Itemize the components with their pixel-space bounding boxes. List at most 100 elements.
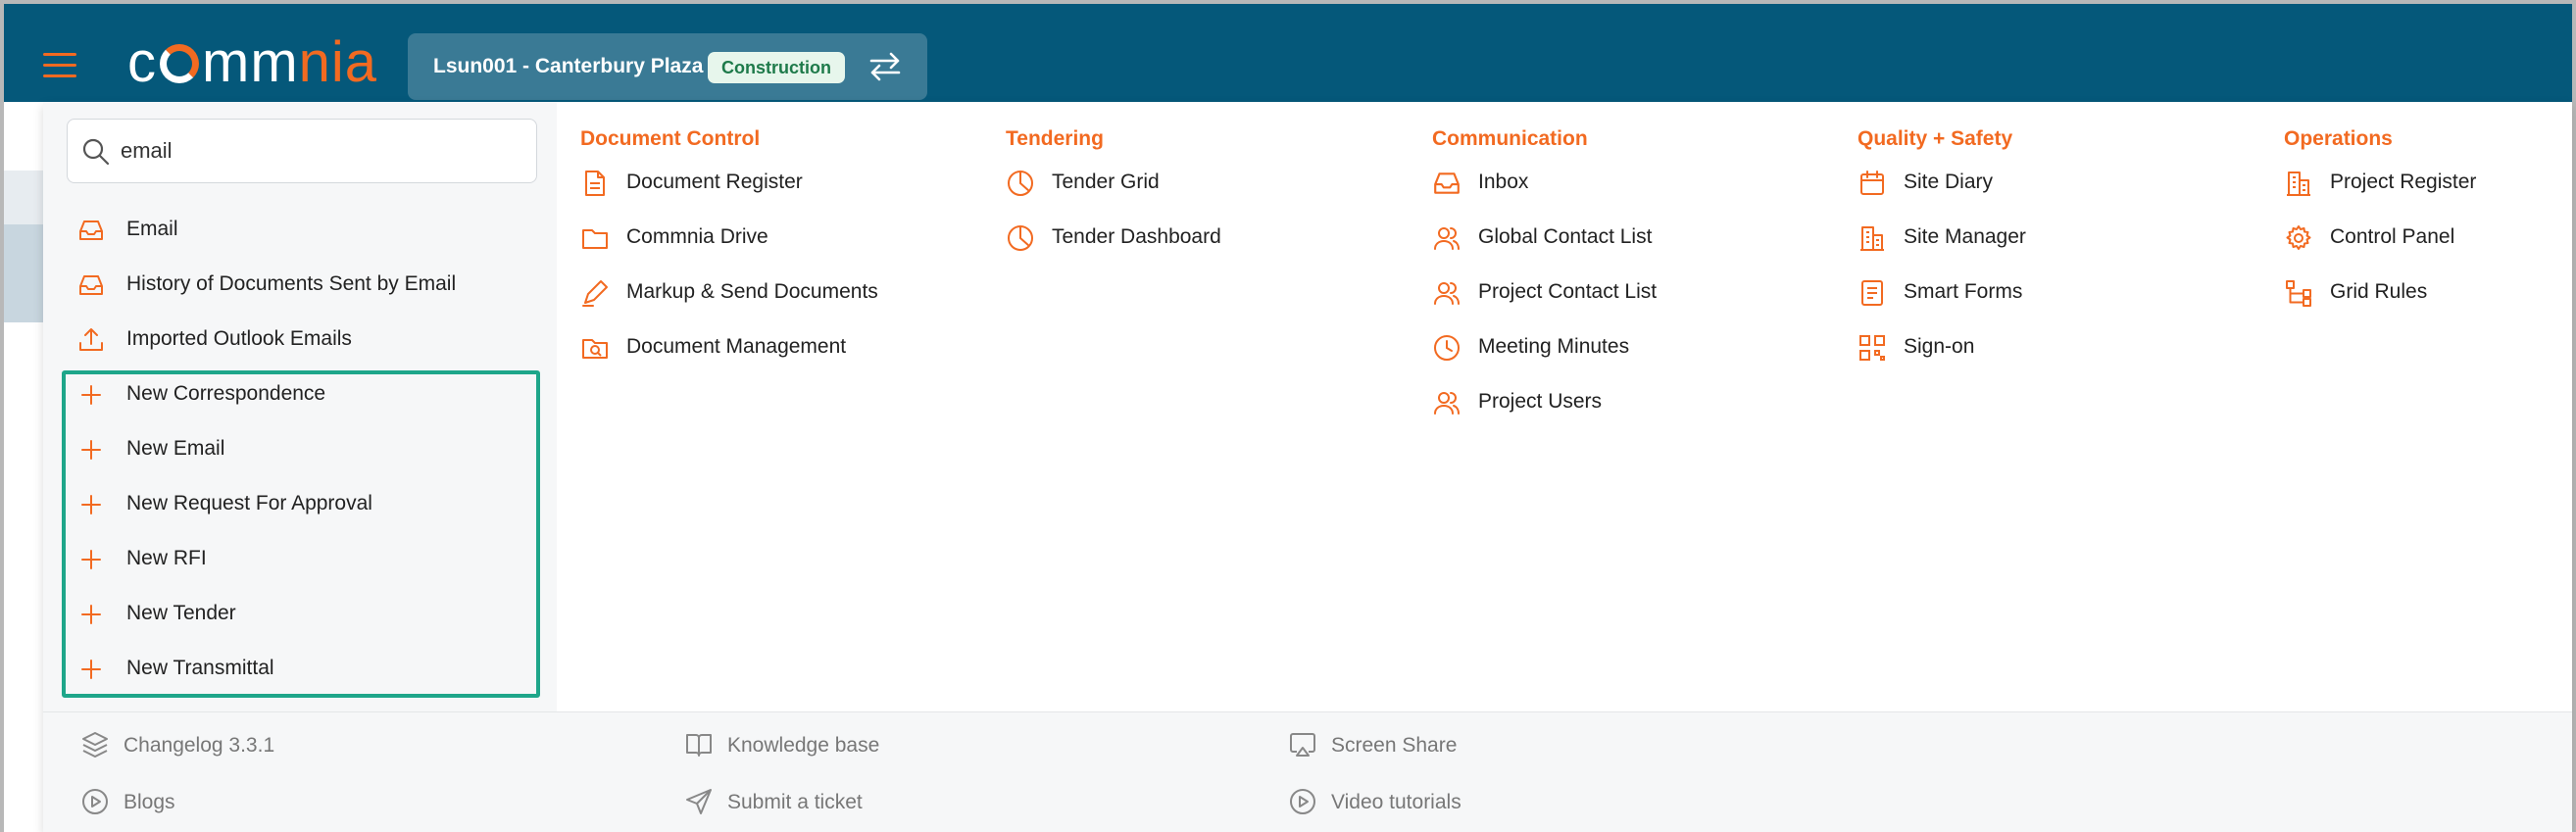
qr-code-icon <box>1858 333 1887 363</box>
project-stage-badge: Construction <box>708 52 845 83</box>
result-label: New Tender <box>126 602 236 624</box>
menu-item-site-diary[interactable]: Site Diary <box>1858 169 2012 223</box>
result-label: Imported Outlook Emails <box>126 327 352 350</box>
menu-item-label: Inbox <box>1478 171 1529 193</box>
result-history-of-documents-sent-by-email[interactable]: History of Documents Sent by Email <box>43 258 557 313</box>
menu-item-label: Smart Forms <box>1904 280 2023 303</box>
result-new-transmittal[interactable]: New Transmittal <box>43 642 557 697</box>
send-icon <box>684 787 714 816</box>
plus-icon <box>77 381 105 409</box>
menu-item-markup-send-documents[interactable]: Markup & Send Documents <box>580 278 878 333</box>
menu-item-label: Grid Rules <box>2330 280 2428 303</box>
menu-item-tender-grid[interactable]: Tender Grid <box>1006 169 1160 223</box>
gear-icon <box>2284 223 2313 253</box>
menu-item-meeting-minutes[interactable]: Meeting Minutes <box>1432 333 1629 388</box>
plus-icon <box>77 656 105 683</box>
menu-item-label: Project Contact List <box>1478 280 1658 303</box>
plus-icon <box>77 601 105 628</box>
result-new-rfi[interactable]: New RFI <box>43 532 557 587</box>
menu-item-global-contact-list[interactable]: Global Contact List <box>1432 223 1652 278</box>
result-imported-outlook-emails[interactable]: Imported Outlook Emails <box>43 313 557 367</box>
inbox-icon <box>77 217 105 244</box>
footer-link-label: Video tutorials <box>1331 791 1461 813</box>
menu-item-label: Tender Dashboard <box>1052 225 1221 248</box>
result-label: History of Documents Sent by Email <box>126 272 457 295</box>
menu-item-project-register[interactable]: Project Register <box>2284 169 2476 223</box>
menu-item-project-contact-list[interactable]: Project Contact List <box>1432 278 1657 333</box>
menu-item-inbox[interactable]: Inbox <box>1432 169 1588 223</box>
search-input[interactable] <box>121 133 513 169</box>
users-icon <box>1432 388 1461 417</box>
column-operations: Operations Project Register Control Pane… <box>2284 127 2476 333</box>
upload-icon <box>77 326 105 354</box>
layers-icon <box>80 730 110 759</box>
document-icon <box>580 169 610 198</box>
column-tendering: Tendering Tender Grid Tender Dashboard <box>1006 127 1221 278</box>
clock-icon <box>1432 333 1461 363</box>
footer-link-label: Submit a ticket <box>727 791 863 813</box>
form-icon <box>1858 278 1887 308</box>
inbox-icon <box>1432 169 1461 198</box>
result-label: New RFI <box>126 547 207 569</box>
hamburger-menu-icon[interactable] <box>43 53 76 80</box>
menu-item-label: Site Diary <box>1904 171 1994 193</box>
plus-icon <box>77 436 105 464</box>
book-icon <box>684 730 714 759</box>
menu-item-control-panel[interactable]: Control Panel <box>2284 223 2454 278</box>
menu-item-tender-dashboard[interactable]: Tender Dashboard <box>1006 223 1221 278</box>
play-circle-icon <box>1288 787 1317 816</box>
calendar-icon <box>1858 169 1887 198</box>
menu-item-sign-on[interactable]: Sign-on <box>1858 333 2012 388</box>
search-results: Email History of Documents Sent by Email… <box>43 203 557 697</box>
menu-item-label: Sign-on <box>1904 335 1975 358</box>
building-icon <box>1858 223 1887 253</box>
plus-icon <box>77 546 105 573</box>
menu-item-label: Markup & Send Documents <box>626 280 878 303</box>
column-heading: Communication <box>1432 127 1588 150</box>
result-label: New Correspondence <box>126 382 326 405</box>
folder-icon <box>580 223 610 253</box>
top-header: c mmnia Lsun001 - Canterbury Plaza Constr… <box>4 4 2572 102</box>
footer-link-label: Screen Share <box>1331 734 1458 757</box>
result-label: New Email <box>126 437 225 460</box>
column-communication: Communication Inbox Global Contact List … <box>1432 127 1657 443</box>
search-pane: Email History of Documents Sent by Email… <box>43 102 557 711</box>
column-heading: Operations <box>2284 127 2393 150</box>
project-switcher[interactable]: Lsun001 - Canterbury Plaza Construction <box>408 33 927 100</box>
result-new-correspondence[interactable]: New Correspondence <box>43 367 557 422</box>
menu-item-label: Control Panel <box>2330 225 2455 248</box>
menu-item-grid-rules[interactable]: Grid Rules <box>2284 278 2427 333</box>
column-quality-safety: Quality + Safety Site Diary Site Manager… <box>1858 127 2026 388</box>
building-icon <box>2284 169 2313 198</box>
menu-item-label: Project Users <box>1478 390 1603 413</box>
footer-link-label: Blogs <box>124 791 175 813</box>
menu-item-smart-forms[interactable]: Smart Forms <box>1858 278 2022 333</box>
menu-item-document-register[interactable]: Document Register <box>580 169 803 223</box>
commnia-logo[interactable]: c mmnia <box>127 33 377 92</box>
footer-link-label: Changelog 3.3.1 <box>124 734 275 757</box>
play-circle-icon <box>80 787 110 816</box>
result-new-email[interactable]: New Email <box>43 422 557 477</box>
result-new-tender[interactable]: New Tender <box>43 587 557 642</box>
project-name: Lsun001 - Canterbury Plaza <box>433 55 704 77</box>
search-box[interactable] <box>67 119 537 183</box>
menu-item-document-management[interactable]: Document Management <box>580 333 846 388</box>
column-document-control: Document Control Document Register Commn… <box>580 127 878 388</box>
result-label: Email <box>126 218 178 240</box>
search-icon <box>81 137 111 167</box>
menu-item-label: Site Manager <box>1904 225 2026 248</box>
pen-icon <box>580 278 610 308</box>
result-label: New Request For Approval <box>126 492 372 514</box>
menu-item-site-manager[interactable]: Site Manager <box>1858 223 2026 278</box>
menu-item-label: Document Register <box>626 171 803 193</box>
menu-columns: Document Control Document Register Commn… <box>557 102 2572 711</box>
result-new-request-for-approval[interactable]: New Request For Approval <box>43 477 557 532</box>
footer-link-label: Knowledge base <box>727 734 880 757</box>
menu-item-project-users[interactable]: Project Users <box>1432 388 1602 443</box>
users-icon <box>1432 278 1461 308</box>
menu-item-commnia-drive[interactable]: Commnia Drive <box>580 223 768 278</box>
swap-arrows-icon[interactable] <box>868 51 902 82</box>
plus-icon <box>77 491 105 518</box>
result-email[interactable]: Email <box>43 203 557 258</box>
navigation-mega-menu: Email History of Documents Sent by Email… <box>43 102 2572 832</box>
